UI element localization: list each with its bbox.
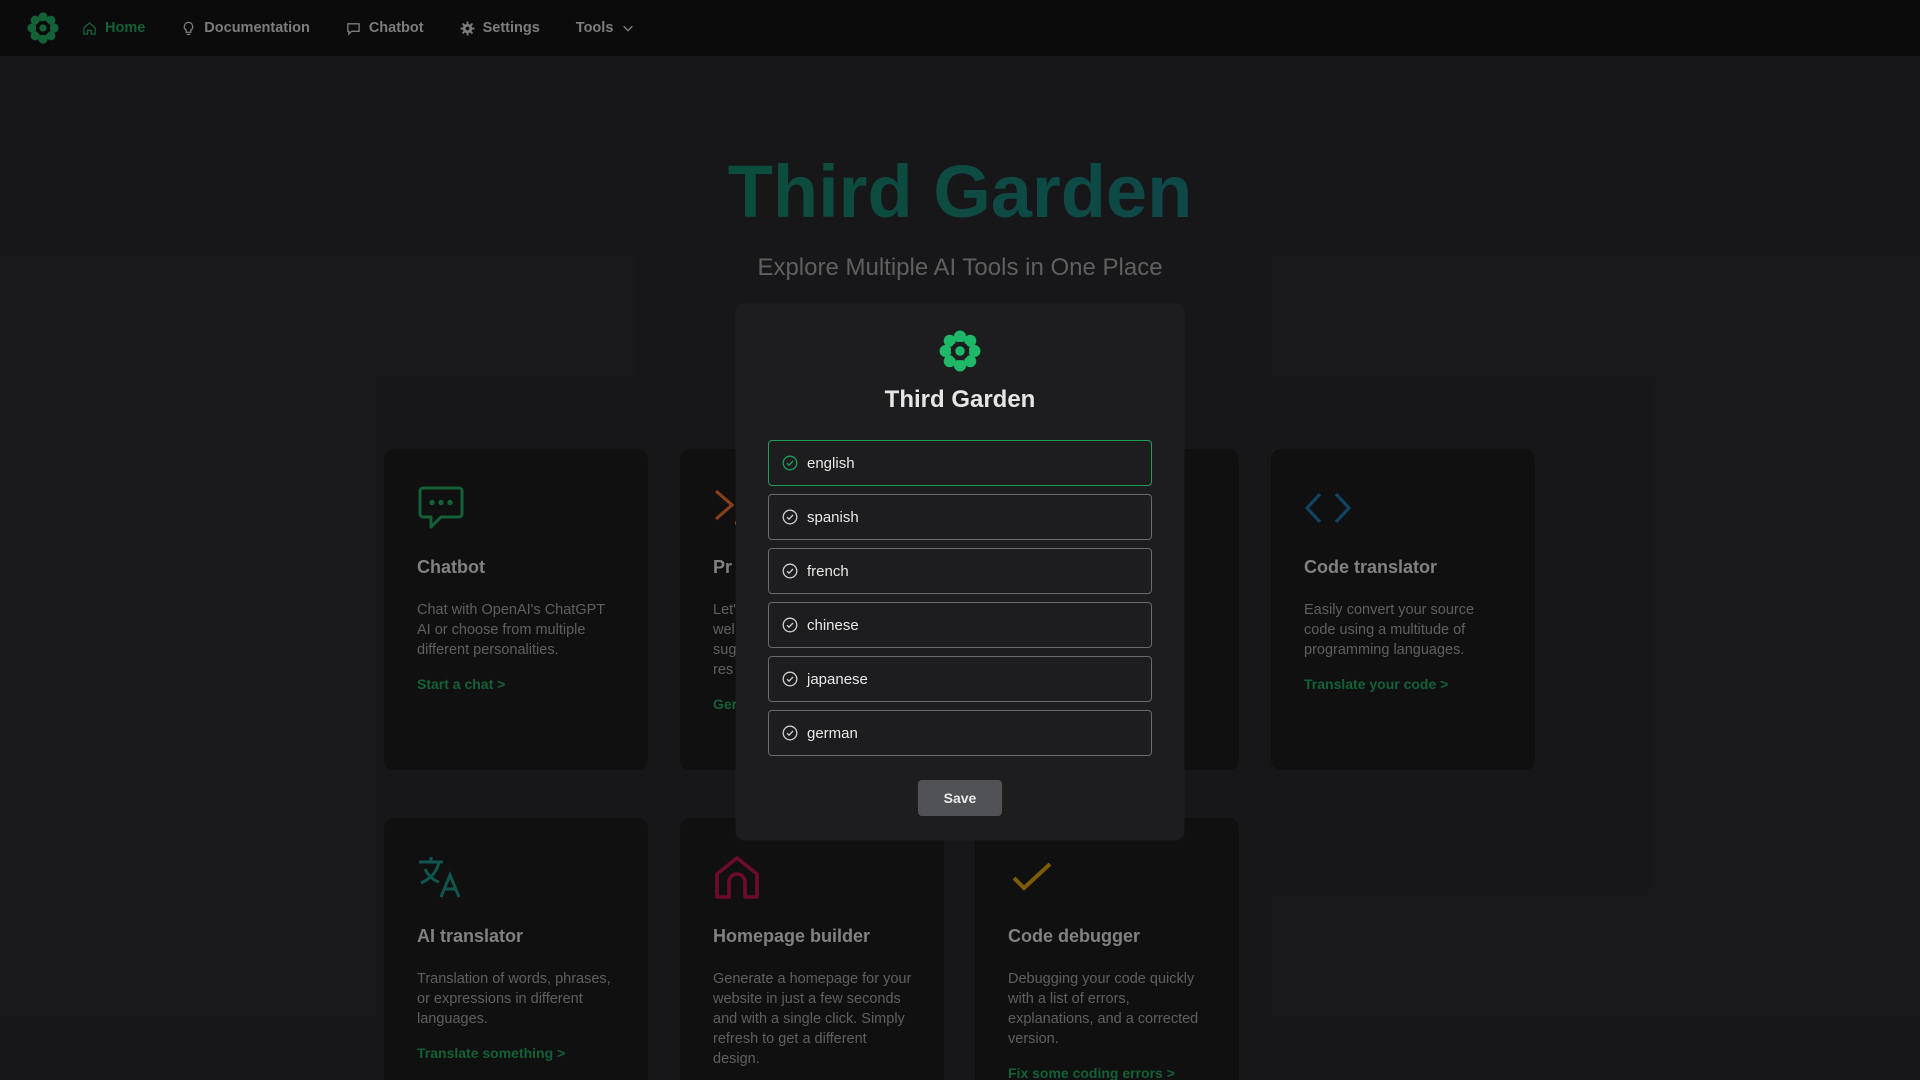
language-option-german[interactable]: german: [768, 710, 1152, 756]
language-label: chinese: [807, 616, 859, 634]
check-circle-icon: [782, 725, 798, 741]
check-circle-icon: [782, 671, 798, 687]
check-circle-icon: [782, 563, 798, 579]
language-option-chinese[interactable]: chinese: [768, 602, 1152, 648]
app-logo-icon: [939, 330, 981, 372]
language-option-english[interactable]: english: [768, 440, 1152, 486]
language-modal: Third Garden english spanish french chin…: [736, 304, 1184, 840]
language-label: german: [807, 724, 858, 742]
save-button[interactable]: Save: [918, 780, 1002, 816]
check-circle-icon: [782, 455, 798, 471]
check-circle-icon: [782, 617, 798, 633]
language-label: french: [807, 562, 849, 580]
language-label: english: [807, 454, 855, 472]
language-option-french[interactable]: french: [768, 548, 1152, 594]
language-label: japanese: [807, 670, 868, 688]
modal-title: Third Garden: [884, 386, 1036, 413]
language-option-spanish[interactable]: spanish: [768, 494, 1152, 540]
language-label: spanish: [807, 508, 859, 526]
check-circle-icon: [782, 509, 798, 525]
language-option-japanese[interactable]: japanese: [768, 656, 1152, 702]
